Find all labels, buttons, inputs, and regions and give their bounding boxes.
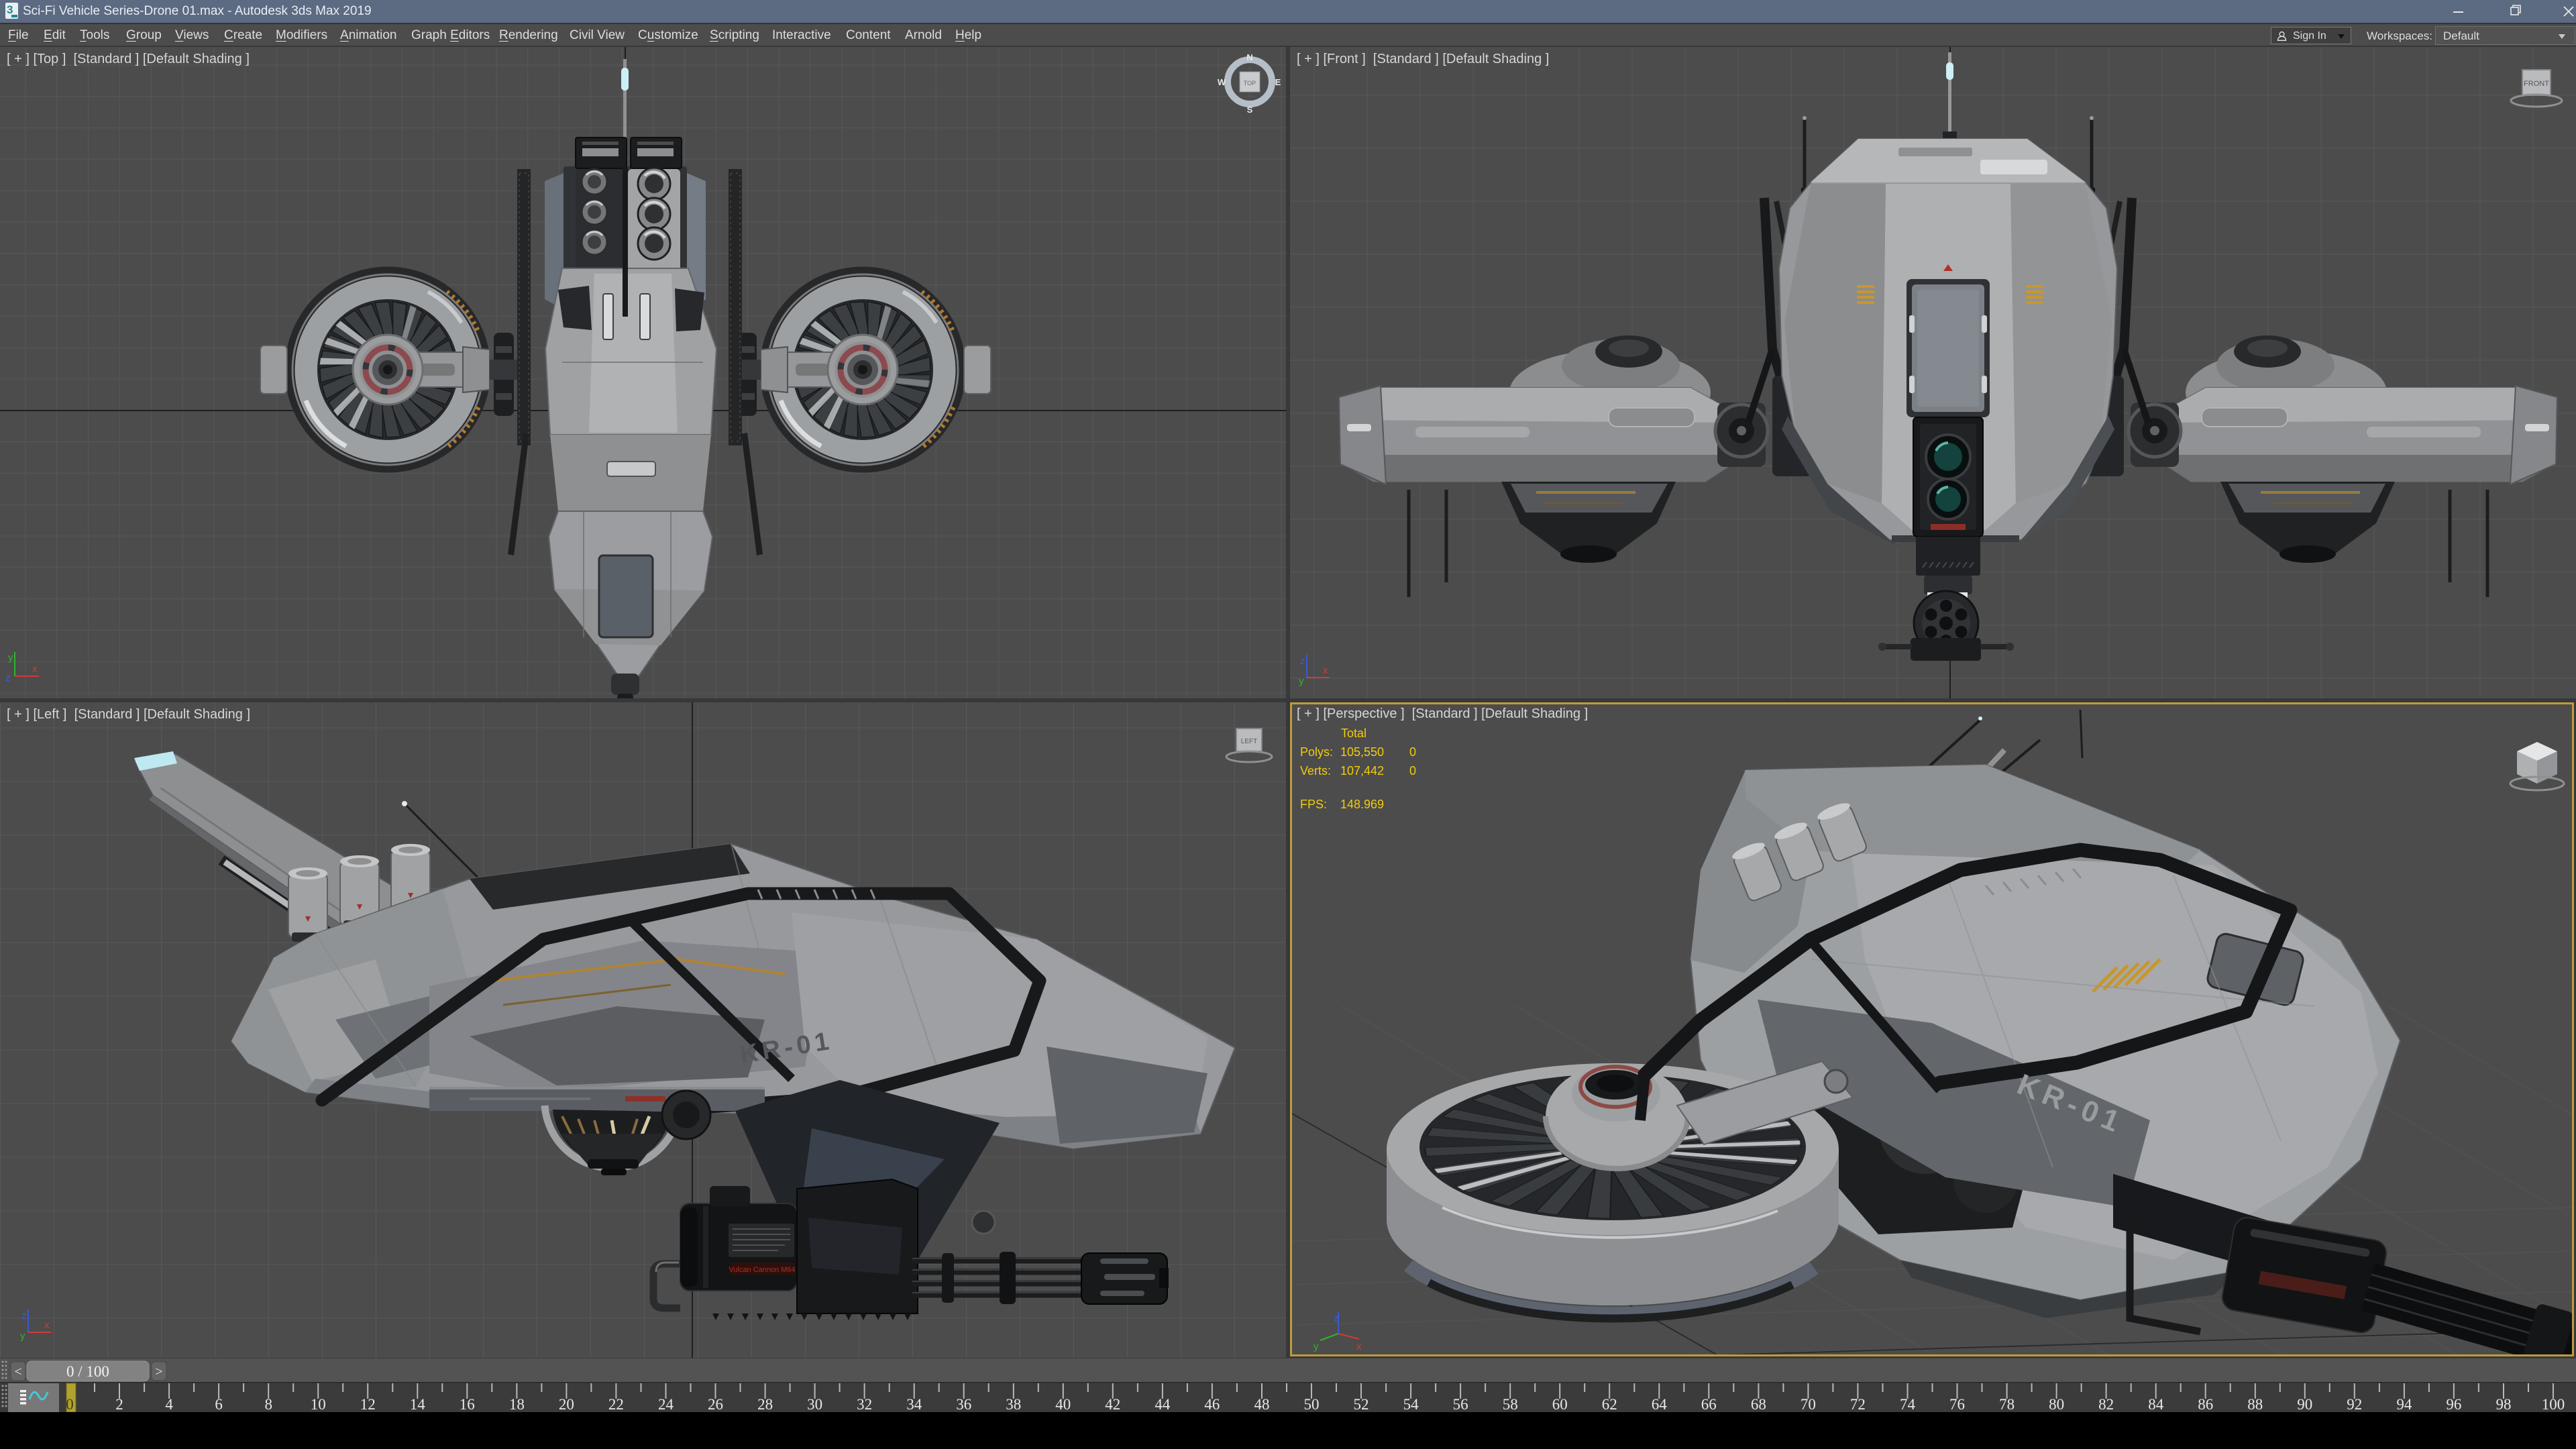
svg-text:z: z [5, 672, 11, 684]
svg-text:64: 64 [1652, 1396, 1668, 1412]
svg-text:FPS:: FPS: [1300, 798, 1327, 811]
svg-text:Polys:: Polys: [1300, 745, 1333, 759]
svg-text:72: 72 [1850, 1396, 1866, 1412]
svg-text:8: 8 [264, 1396, 272, 1412]
svg-text:N: N [1246, 52, 1252, 62]
svg-text:32: 32 [857, 1396, 872, 1412]
svg-text:48: 48 [1254, 1396, 1270, 1412]
svg-text:148.969: 148.969 [1340, 798, 1384, 811]
svg-text:E: E [1275, 77, 1281, 87]
svg-text:34: 34 [906, 1396, 922, 1412]
svg-text:x: x [1356, 1341, 1362, 1352]
svg-text:10: 10 [311, 1396, 326, 1412]
svg-text:18: 18 [509, 1396, 525, 1412]
svg-text:2: 2 [115, 1396, 123, 1412]
svg-text:22: 22 [608, 1396, 624, 1412]
svg-text:FRONT: FRONT [2524, 80, 2549, 88]
svg-text:44: 44 [1155, 1396, 1171, 1412]
svg-text:86: 86 [2198, 1396, 2213, 1412]
svg-text:20: 20 [559, 1396, 574, 1412]
svg-text:y: y [1299, 676, 1304, 687]
svg-text:94: 94 [2396, 1396, 2412, 1412]
svg-text:80: 80 [2049, 1396, 2064, 1412]
svg-text:y: y [20, 1330, 25, 1342]
svg-text:Vulcan Cannon M64: Vulcan Cannon M64 [729, 1266, 795, 1274]
svg-text:92: 92 [2347, 1396, 2362, 1412]
svg-text:26: 26 [708, 1396, 723, 1412]
svg-text:14: 14 [410, 1396, 426, 1412]
svg-text:52: 52 [1354, 1396, 1369, 1412]
svg-text:16: 16 [460, 1396, 475, 1412]
svg-text:12: 12 [360, 1396, 376, 1412]
svg-text:x: x [44, 1320, 50, 1331]
svg-text:82: 82 [2098, 1396, 2114, 1412]
svg-text:TOP: TOP [1244, 80, 1256, 87]
svg-text:S: S [1247, 105, 1253, 115]
svg-text:88: 88 [2247, 1396, 2263, 1412]
svg-text:76: 76 [1949, 1396, 1965, 1412]
svg-text:96: 96 [2446, 1396, 2461, 1412]
svg-text:42: 42 [1105, 1396, 1120, 1412]
svg-text:105,550: 105,550 [1340, 745, 1384, 759]
svg-text:40: 40 [1055, 1396, 1071, 1412]
svg-text:6: 6 [215, 1396, 223, 1412]
svg-text:36: 36 [956, 1396, 971, 1412]
svg-text:84: 84 [2148, 1396, 2164, 1412]
svg-text:4: 4 [165, 1396, 173, 1412]
svg-text:x: x [1323, 665, 1328, 676]
svg-text:74: 74 [1900, 1396, 1916, 1412]
svg-text:38: 38 [1006, 1396, 1021, 1412]
svg-text:98: 98 [2496, 1396, 2512, 1412]
svg-text:68: 68 [1751, 1396, 1766, 1412]
svg-text:>: > [155, 1364, 162, 1379]
svg-text:54: 54 [1403, 1396, 1419, 1412]
svg-text:58: 58 [1503, 1396, 1518, 1412]
svg-text:70: 70 [1801, 1396, 1816, 1412]
svg-text:78: 78 [1999, 1396, 2015, 1412]
svg-text:90: 90 [2297, 1396, 2312, 1412]
svg-text:W: W [1218, 77, 1226, 87]
svg-text:46: 46 [1204, 1396, 1220, 1412]
svg-text:24: 24 [658, 1396, 674, 1412]
svg-text:0: 0 [66, 1396, 74, 1412]
svg-text:x: x [32, 663, 38, 675]
svg-text:30: 30 [807, 1396, 822, 1412]
svg-text:62: 62 [1602, 1396, 1617, 1412]
svg-text:56: 56 [1453, 1396, 1468, 1412]
svg-text:28: 28 [757, 1396, 773, 1412]
svg-text:0: 0 [1409, 745, 1416, 759]
svg-text:66: 66 [1701, 1396, 1717, 1412]
svg-text:100: 100 [2542, 1396, 2565, 1412]
svg-text:LEFT: LEFT [1241, 738, 1257, 745]
svg-text:3: 3 [7, 3, 13, 16]
svg-text:0: 0 [1409, 764, 1416, 777]
svg-text:0 / 100: 0 / 100 [66, 1363, 109, 1380]
svg-text:y: y [8, 652, 13, 663]
svg-text:z: z [1334, 1313, 1339, 1324]
svg-text:y: y [1313, 1341, 1319, 1352]
svg-text:<: < [14, 1364, 21, 1379]
svg-text:107,442: 107,442 [1340, 764, 1384, 777]
svg-text:50: 50 [1304, 1396, 1320, 1412]
svg-text:60: 60 [1552, 1396, 1568, 1412]
svg-text:z: z [1300, 655, 1305, 667]
svg-text:Total: Total [1341, 727, 1366, 740]
svg-text:Verts:: Verts: [1300, 764, 1331, 777]
svg-text:z: z [21, 1310, 27, 1322]
